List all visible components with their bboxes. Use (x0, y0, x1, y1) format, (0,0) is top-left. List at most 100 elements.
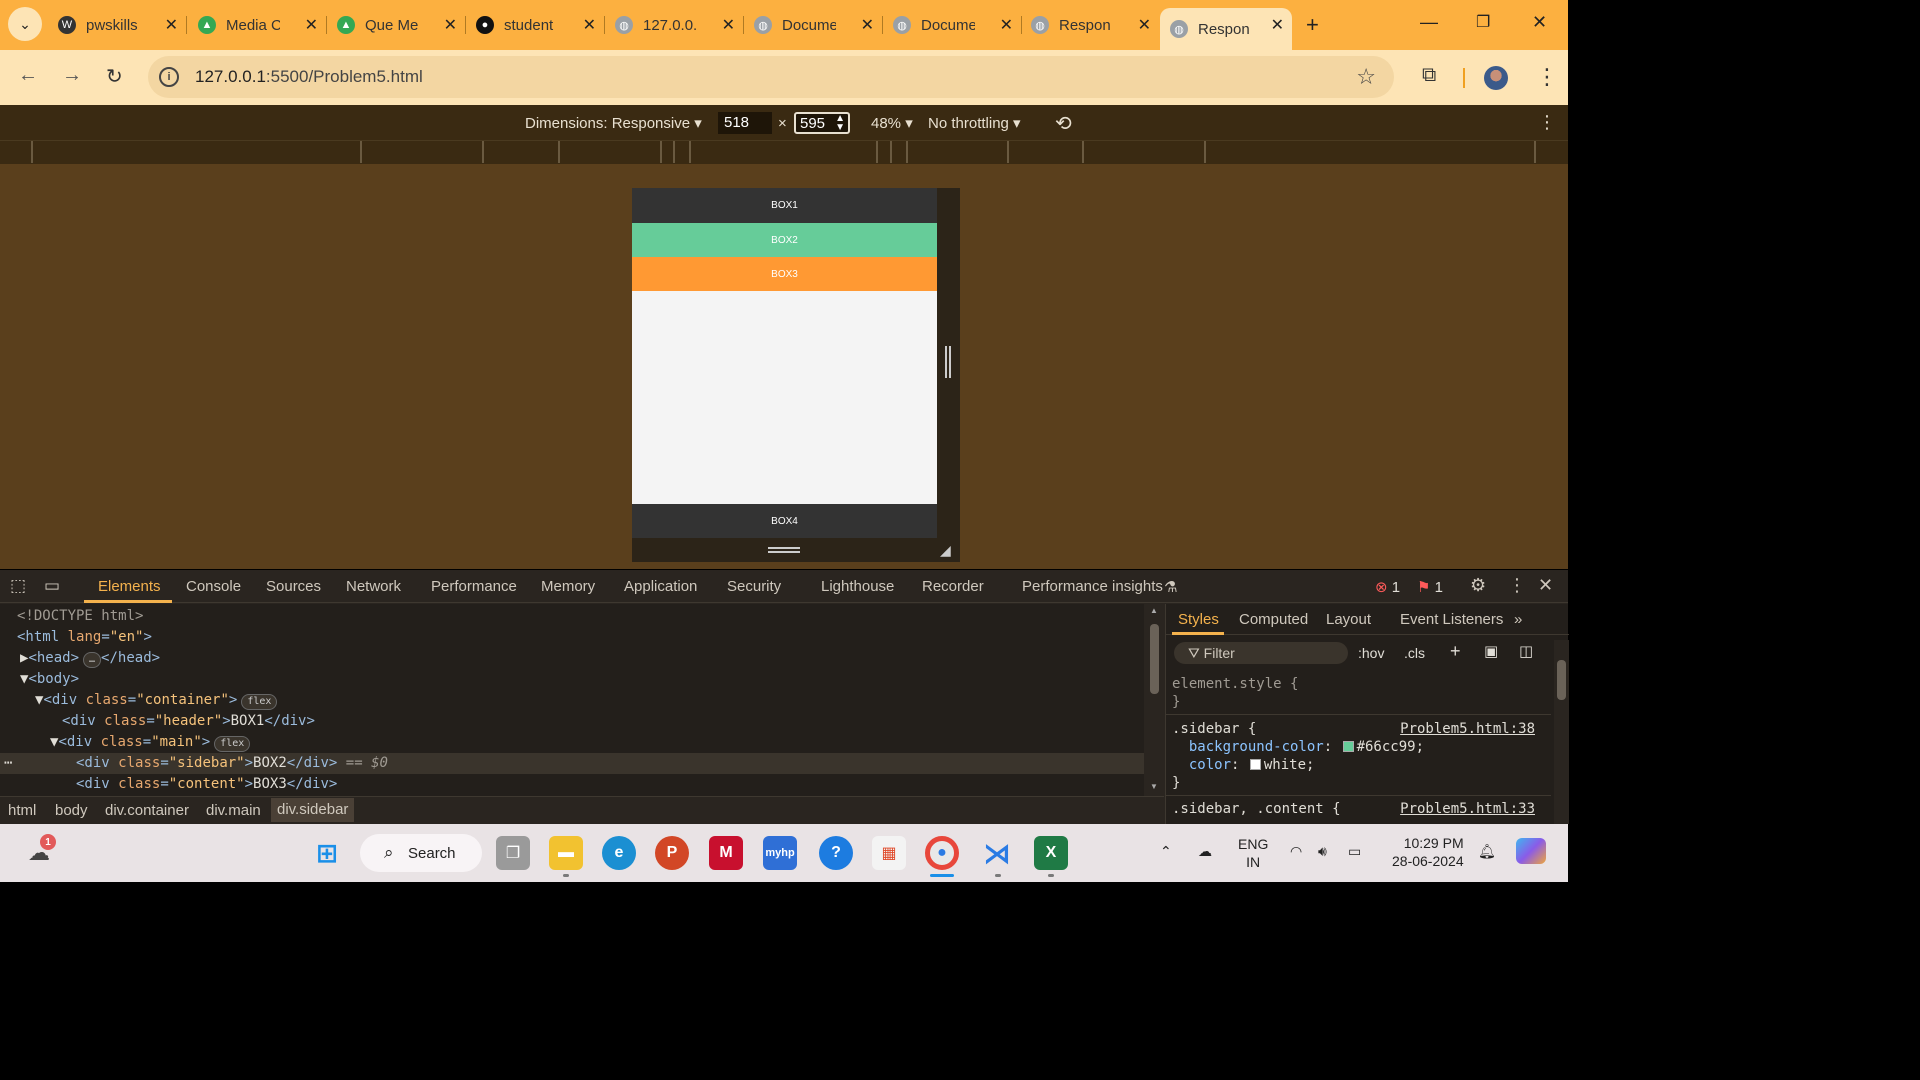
show-hidden-icons[interactable]: ⌃ (1160, 842, 1172, 860)
error-counter[interactable]: ⊗ 1 (1375, 578, 1400, 596)
dom-main[interactable]: ▼<div class="main"> flex (0, 732, 1144, 753)
close-tab-icon[interactable]: ✕ (1138, 15, 1151, 35)
hov-toggle[interactable]: :hov (1358, 645, 1384, 661)
devtools-tab-elements[interactable]: Elements (98, 578, 161, 595)
width-input[interactable]: 518 (718, 112, 772, 134)
browser-tab[interactable]: ◍ Respon ✕ (1160, 8, 1292, 50)
start-button[interactable]: ⊞ (310, 836, 344, 870)
address-bar[interactable]: i 127.0.0.1:5500/Problem5.html ☆ (148, 56, 1394, 98)
devtools-tab-sources[interactable]: Sources (266, 578, 321, 595)
devtools-tab-performance-insights[interactable]: Performance insights (1022, 578, 1163, 595)
dom-doctype[interactable]: <!DOCTYPE html> (0, 606, 1144, 627)
devtools-tab-console[interactable]: Console (186, 578, 241, 595)
dimensions-dropdown[interactable]: Dimensions: Responsive ▾ (525, 114, 702, 132)
browser-tab[interactable]: ◍ Docume ✕ (883, 8, 1022, 42)
minimize-button[interactable]: — (1420, 12, 1438, 33)
help-icon[interactable]: ? (819, 836, 853, 870)
notification-bell-icon[interactable]: 🔔︎ (1478, 842, 1496, 860)
site-info-icon[interactable]: i (159, 67, 179, 87)
clock[interactable]: 10:29 PM 28-06-2024 (1392, 834, 1464, 870)
wifi-icon[interactable]: ◠ (1290, 842, 1302, 860)
breadcrumb-container[interactable]: div.container (105, 802, 189, 819)
browser-tab[interactable]: Wpwskills ✕ (48, 8, 187, 42)
inspect-element-icon[interactable]: ⬚ (10, 576, 26, 596)
copilot-icon[interactable] (1516, 838, 1546, 864)
devtools-tab-security[interactable]: Security (727, 578, 781, 595)
devtools-tab-performance[interactable]: Performance (431, 578, 517, 595)
volume-icon[interactable]: 🔊︎ (1318, 842, 1327, 860)
onedrive-icon[interactable]: ☁ (1198, 842, 1212, 860)
close-tab-icon[interactable]: ✕ (1000, 15, 1013, 35)
cls-toggle[interactable]: .cls (1404, 645, 1425, 661)
browser-tab[interactable]: ● student ✕ (466, 8, 605, 42)
devtools-settings-icon[interactable]: ⚙ (1470, 575, 1486, 596)
rule-source-link[interactable]: Problem5.html:38 (1400, 720, 1535, 738)
new-tab-button[interactable]: + (1306, 12, 1319, 38)
close-tab-icon[interactable]: ✕ (861, 15, 874, 35)
dom-container[interactable]: ▼<div class="container"> flex (0, 690, 1144, 711)
mcafee-icon[interactable]: M (709, 836, 743, 870)
browser-tab[interactable]: ◍ Respon ✕ (1021, 8, 1159, 42)
tab-styles[interactable]: Styles (1178, 611, 1219, 628)
element-style-rule[interactable]: element.style {} (1172, 675, 1298, 711)
close-tab-icon[interactable]: ✕ (305, 15, 318, 35)
more-tabs-icon[interactable]: » (1514, 611, 1522, 628)
powerpoint-icon[interactable]: P (655, 836, 689, 870)
close-tab-icon[interactable]: ✕ (722, 15, 735, 35)
breadcrumb-sidebar[interactable]: div.sidebar (271, 798, 355, 822)
resize-handle-right[interactable] (945, 346, 951, 378)
new-rule-icon[interactable]: + (1450, 641, 1461, 662)
ellipsis-badge[interactable]: … (83, 652, 102, 668)
excel-icon[interactable]: X (1034, 836, 1068, 870)
back-button[interactable]: ← (18, 64, 38, 87)
styles-filter-input[interactable]: ⛛ Filter (1174, 642, 1348, 664)
bookmark-star-icon[interactable]: ☆ (1356, 64, 1376, 90)
dom-content[interactable]: <div class="content">BOX3</div> (0, 774, 1144, 795)
browser-menu-icon[interactable]: ⋮ (1536, 64, 1558, 90)
profile-avatar[interactable] (1484, 66, 1508, 90)
vscode-icon[interactable]: ⋊ (980, 836, 1014, 870)
edge-icon[interactable]: e (602, 836, 636, 870)
height-input[interactable]: 595 ▲ ▼ (794, 112, 850, 134)
devtools-tab-network[interactable]: Network (346, 578, 401, 595)
issue-counter[interactable]: ⚑ 1 (1417, 578, 1443, 596)
tab-computed[interactable]: Computed (1239, 611, 1308, 628)
tab-search-button[interactable]: ⌄ (8, 7, 42, 41)
resize-handle-bottom[interactable] (768, 547, 800, 553)
color-swatch[interactable] (1342, 740, 1354, 752)
browser-tab[interactable]: ◍ 127.0.0. ✕ (605, 8, 744, 42)
chrome-icon[interactable]: ● (925, 836, 959, 870)
close-window-button[interactable]: ✕ (1532, 12, 1547, 33)
resize-handle-corner[interactable]: ◢ (940, 542, 951, 559)
myhp-icon[interactable]: myhp (763, 836, 797, 870)
sidebar-toggle-icon[interactable]: ◫ (1519, 642, 1533, 660)
spinner-icon[interactable]: ▲ ▼ (835, 114, 845, 133)
flex-badge[interactable]: flex (214, 736, 251, 752)
device-toggle-icon[interactable]: ▭ (44, 576, 60, 596)
devtools-tab-lighthouse[interactable]: Lighthouse (821, 578, 894, 595)
devtools-more-icon[interactable]: ⋮ (1508, 575, 1526, 596)
elements-tree[interactable]: <!DOCTYPE html> <html lang="en"> ▶<head>… (0, 604, 1144, 796)
browser-tab[interactable]: ◍ Docume ✕ (744, 8, 883, 42)
styles-scrollbar[interactable] (1554, 640, 1569, 824)
rule-source-link[interactable]: Problem5.html:33 (1400, 800, 1535, 818)
media-query-ruler[interactable] (0, 140, 1568, 164)
restore-button[interactable]: ❐ (1476, 12, 1490, 32)
forward-button[interactable]: → (62, 64, 82, 87)
dom-head[interactable]: ▶<head>… </head> (0, 648, 1144, 669)
breadcrumb-body[interactable]: body (55, 802, 88, 819)
file-explorer-icon[interactable]: ▬ (549, 836, 583, 870)
rotate-icon[interactable]: ⟲ (1055, 111, 1072, 136)
dom-body[interactable]: ▼<body> (0, 669, 1144, 690)
property-value[interactable]: white; (1264, 757, 1315, 773)
browser-tab[interactable]: ▲ Media C ✕ (188, 8, 327, 42)
extensions-icon[interactable]: ⧉ (1422, 64, 1436, 87)
devtools-tab-memory[interactable]: Memory (541, 578, 595, 595)
property-value[interactable]: #66cc99; (1357, 739, 1424, 755)
battery-icon[interactable]: ▭ (1348, 842, 1361, 860)
zoom-dropdown[interactable]: 48% ▾ (871, 114, 913, 132)
device-more-icon[interactable]: ⋮ (1538, 112, 1556, 133)
dom-sidebar-selected[interactable]: ⋯ <div class="sidebar">BOX2</div> == $0 (0, 753, 1144, 774)
close-tab-icon[interactable]: ✕ (165, 15, 178, 35)
paint-icon[interactable]: ▣ (1484, 642, 1498, 660)
